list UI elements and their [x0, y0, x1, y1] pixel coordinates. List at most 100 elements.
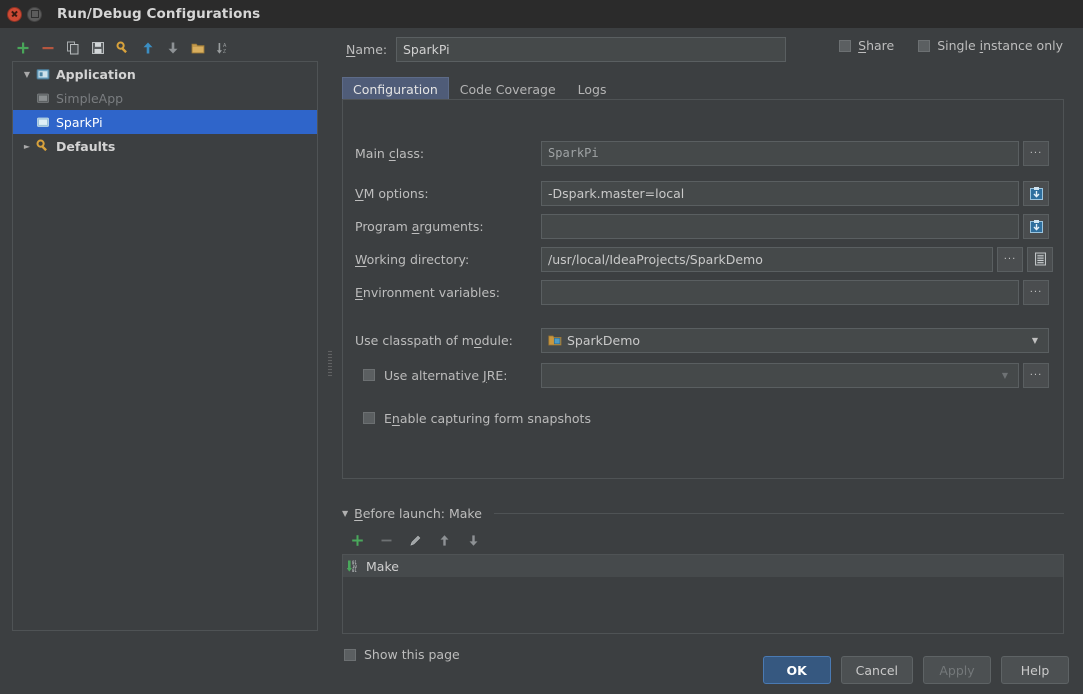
cancel-button[interactable]: Cancel — [840, 656, 913, 684]
window-titlebar: Run/Debug Configurations — [0, 0, 1083, 28]
move-up-button[interactable] — [137, 37, 159, 59]
tab-code-coverage[interactable]: Code Coverage — [449, 77, 567, 101]
apply-button[interactable]: Apply — [923, 656, 991, 684]
close-icon[interactable] — [7, 6, 22, 22]
before-launch-remove-button[interactable] — [375, 529, 397, 551]
classpath-module-combobox[interactable]: SparkDemo ▼ — [541, 327, 1049, 353]
maximize-icon[interactable] — [27, 6, 42, 22]
tree-item-label: Application — [56, 66, 136, 82]
list-icon — [1034, 252, 1046, 266]
tree-item-application[interactable]: ▼ Application — [13, 62, 317, 86]
alternative-jre-label: Use alternative JRE: — [384, 367, 508, 383]
working-directory-row: Working directory: /usr/local/IdeaProjec… — [355, 246, 1055, 272]
window-title: Run/Debug Configurations — [57, 6, 261, 22]
tab-logs[interactable]: Logs — [567, 77, 618, 101]
before-launch-add-button[interactable] — [346, 529, 368, 551]
checkbox-box[interactable] — [363, 412, 375, 424]
share-label: Share — [858, 38, 895, 53]
dialog-button-bar: OK Cancel Apply Help — [762, 656, 1069, 684]
show-this-page-label: Show this page — [364, 647, 460, 662]
expand-editor-icon — [1029, 186, 1043, 200]
tree-item-label: SimpleApp — [56, 90, 124, 106]
module-icon — [548, 333, 562, 347]
classpath-module-label: Use classpath of module: — [355, 332, 513, 348]
tree-item-sparkpi[interactable]: SparkPi — [13, 110, 317, 134]
compile-icon: 01 10 01 — [347, 559, 361, 573]
configuration-options: Share Single instance only — [839, 38, 1063, 53]
new-folder-button[interactable] — [187, 37, 209, 59]
vm-options-expand-button[interactable] — [1023, 180, 1049, 206]
before-launch-task-make[interactable]: 01 10 01 Make — [343, 555, 1063, 577]
tab-configuration[interactable]: Configuration — [342, 77, 449, 101]
before-launch-title: Before launch: Make — [354, 506, 482, 521]
vm-options-input[interactable]: -Dspark.master=local — [541, 180, 1019, 206]
before-launch-move-up-button[interactable] — [433, 529, 455, 551]
ellipsis-icon: ··· — [1003, 253, 1017, 265]
alternative-jre-browse-button[interactable]: ··· — [1023, 362, 1049, 388]
remove-configuration-button[interactable] — [37, 37, 59, 59]
add-configuration-button[interactable] — [12, 37, 34, 59]
main-class-row: Main class: SparkPi ··· — [355, 140, 1055, 166]
svg-text:01: 01 — [352, 568, 357, 573]
splitter-grip-icon — [328, 350, 332, 376]
configuration-editor-panel: Name: Share Single instance only Configu… — [334, 28, 1083, 662]
save-configuration-button[interactable] — [87, 37, 109, 59]
run-config-icon — [35, 114, 51, 130]
name-input[interactable] — [396, 36, 786, 62]
main-class-input[interactable]: SparkPi — [541, 140, 1019, 166]
working-directory-input[interactable]: /usr/local/IdeaProjects/SparkDemo — [541, 246, 993, 272]
tree-item-label: Defaults — [56, 138, 116, 154]
form-snapshots-checkbox[interactable]: Enable capturing form snapshots — [355, 411, 591, 426]
working-directory-label: Working directory: — [355, 251, 470, 267]
single-instance-checkbox[interactable]: Single instance only — [918, 38, 1063, 53]
before-launch-toolbar — [346, 529, 484, 551]
chevron-right-icon[interactable]: ► — [19, 142, 35, 151]
checkbox-box[interactable] — [918, 39, 931, 52]
move-down-button[interactable] — [162, 37, 184, 59]
header-separator — [493, 513, 1064, 514]
copy-configuration-button[interactable] — [62, 37, 84, 59]
chevron-down-icon[interactable]: ▼ — [1026, 336, 1044, 345]
pencil-icon — [409, 535, 420, 546]
help-button[interactable]: Help — [1001, 656, 1069, 684]
before-launch-move-down-button[interactable] — [462, 529, 484, 551]
tree-toolbar: A Z — [12, 36, 312, 60]
alternative-jre-checkbox[interactable]: Use alternative JRE: — [355, 368, 541, 383]
edit-defaults-button[interactable] — [112, 37, 134, 59]
ellipsis-icon: ··· — [1029, 286, 1043, 298]
configurations-tree[interactable]: ▼ Application SimpleApp SparkPi ► Defaul… — [12, 61, 318, 631]
before-launch-header[interactable]: ▼ Before launch: Make — [342, 506, 1064, 521]
environment-variables-label: Environment variables: — [355, 284, 500, 300]
program-arguments-input[interactable] — [541, 213, 1019, 239]
chevron-down-icon[interactable]: ▼ — [19, 70, 35, 79]
chevron-down-icon[interactable]: ▼ — [996, 371, 1014, 380]
alternative-jre-combobox[interactable]: ▼ — [541, 362, 1019, 388]
tree-item-defaults[interactable]: ► Defaults — [13, 134, 317, 158]
ok-button[interactable]: OK — [762, 656, 831, 684]
environment-variables-input[interactable] — [541, 279, 1019, 305]
before-launch-edit-button[interactable] — [404, 529, 426, 551]
show-this-page-checkbox[interactable]: Show this page — [344, 647, 460, 662]
checkbox-box[interactable] — [363, 369, 375, 381]
checkbox-box[interactable] — [839, 39, 852, 52]
program-arguments-expand-button[interactable] — [1023, 213, 1049, 239]
main-class-browse-button[interactable]: ··· — [1023, 140, 1049, 166]
before-launch-task-list[interactable]: 01 10 01 Make — [342, 554, 1064, 634]
expand-editor-icon — [1029, 219, 1043, 233]
working-directory-browse-button[interactable]: ··· — [997, 246, 1023, 272]
checkbox-box[interactable] — [344, 648, 356, 661]
share-checkbox[interactable]: Share — [839, 38, 894, 53]
environment-variables-row: Environment variables: ··· — [355, 279, 1055, 305]
environment-variables-browse-button[interactable]: ··· — [1023, 279, 1049, 305]
form-snapshots-label: Enable capturing form snapshots — [384, 410, 591, 426]
main-class-label: Main class: — [355, 145, 425, 161]
classpath-module-value: SparkDemo — [567, 332, 641, 348]
panel-splitter[interactable] — [326, 28, 334, 644]
alternative-jre-row: Use alternative JRE: ▼ ··· — [355, 362, 1049, 388]
tree-item-simpleapp[interactable]: SimpleApp — [13, 86, 317, 110]
editor-tabs: Configuration Code Coverage Logs — [342, 75, 618, 101]
configurations-panel: A Z ▼ Application SimpleApp SparkPi ► De… — [0, 28, 330, 644]
chevron-down-icon[interactable]: ▼ — [342, 509, 348, 518]
sort-alpha-icon[interactable]: A Z — [212, 37, 234, 59]
working-directory-macros-button[interactable] — [1027, 246, 1053, 272]
